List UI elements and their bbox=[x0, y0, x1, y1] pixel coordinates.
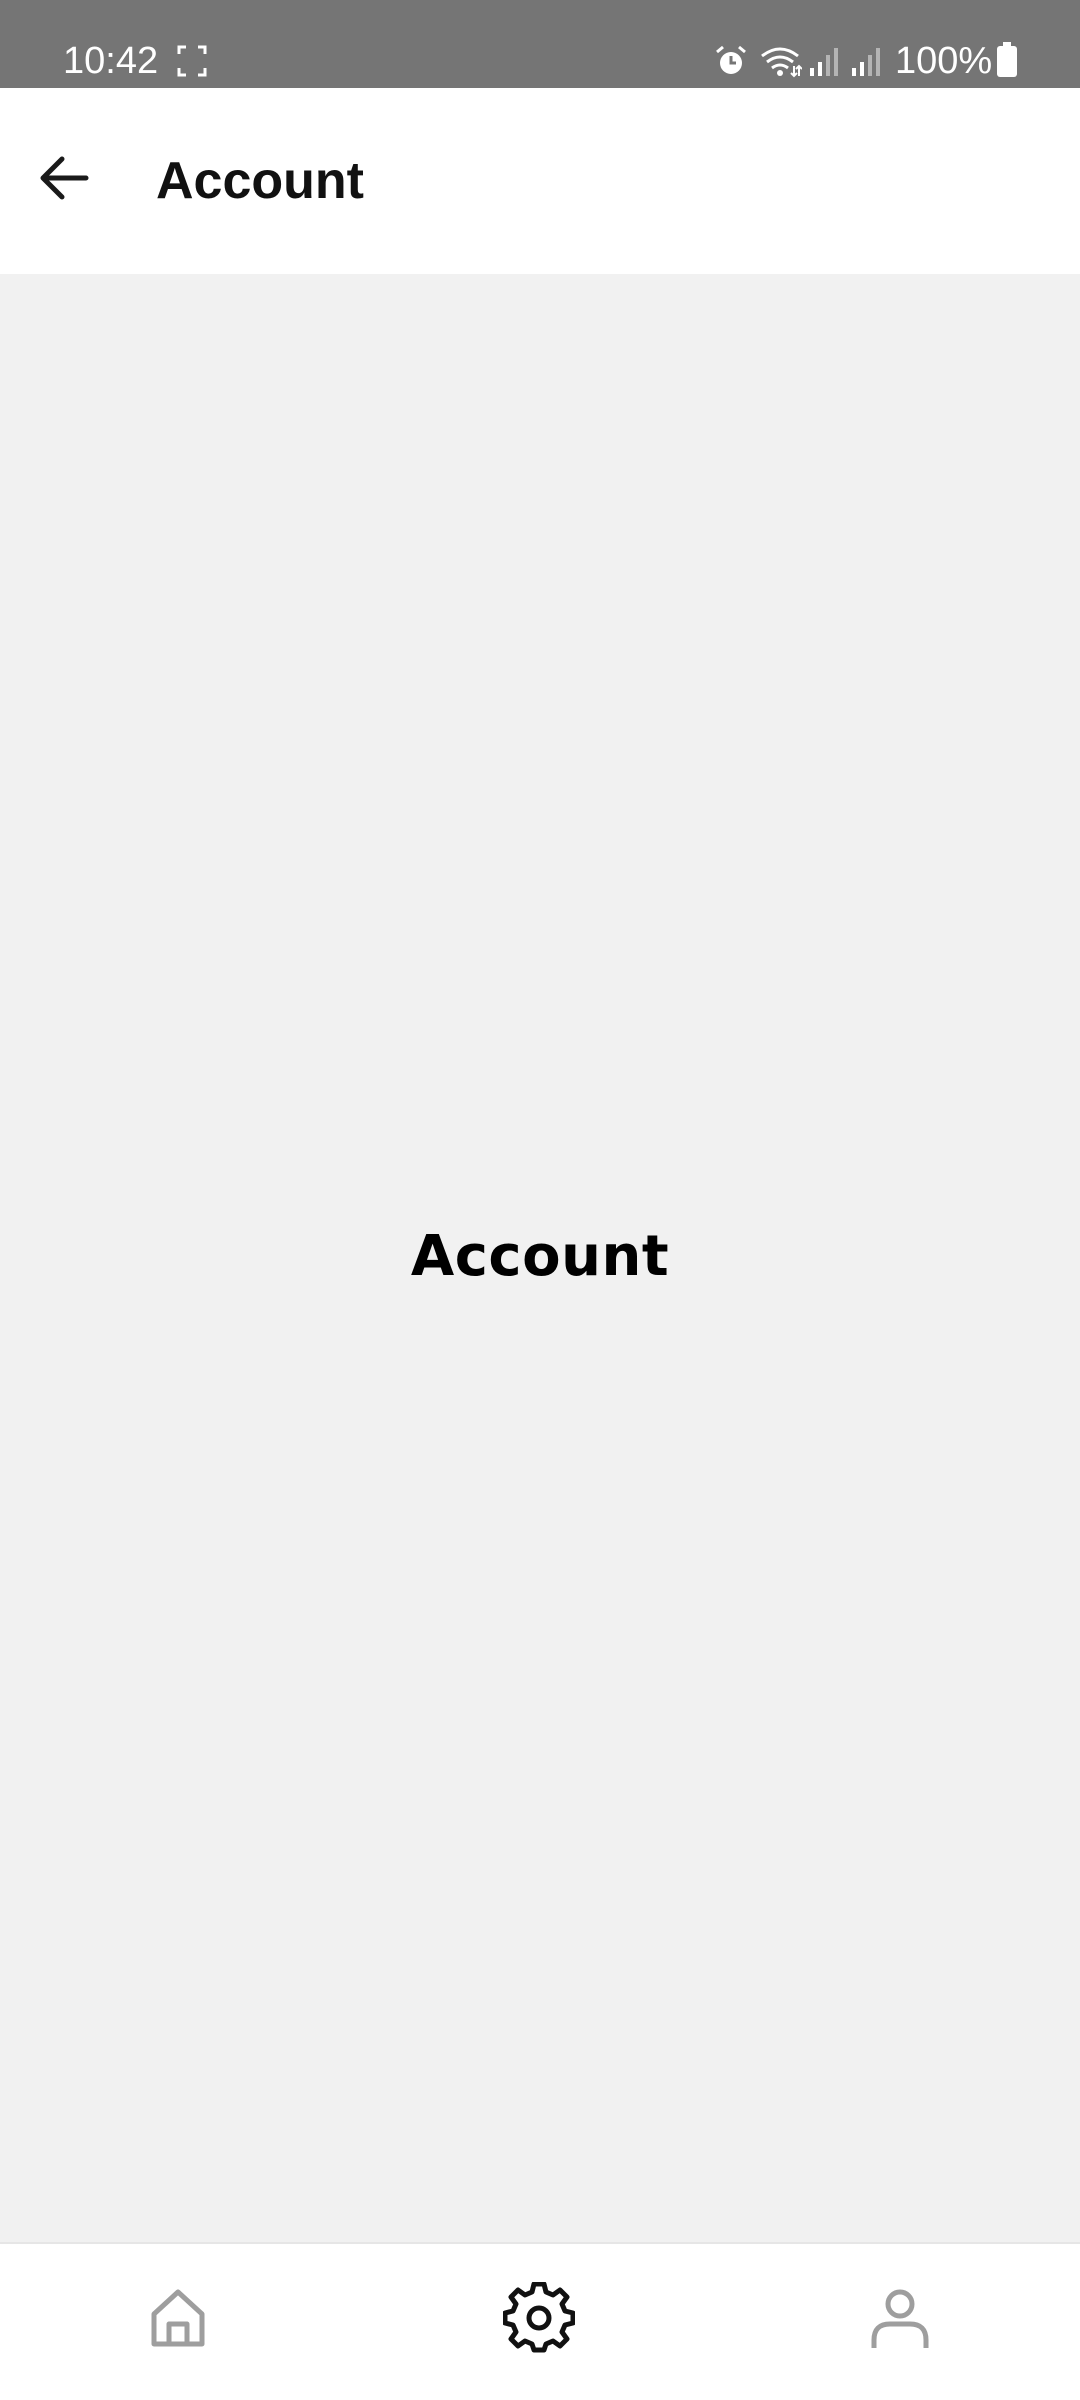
content-heading: Account bbox=[410, 1224, 670, 1289]
nav-settings-button[interactable] bbox=[479, 2258, 599, 2378]
arrow-left-icon bbox=[40, 156, 89, 200]
back-button[interactable] bbox=[18, 128, 110, 228]
nav-home-button[interactable] bbox=[118, 2258, 238, 2378]
signal-icon bbox=[810, 48, 838, 76]
person-icon bbox=[871, 2289, 929, 2348]
home-icon bbox=[151, 2289, 205, 2347]
nav-profile-button[interactable] bbox=[840, 2258, 960, 2378]
bottom-navigation bbox=[0, 2242, 1080, 2400]
battery-percentage: 100% bbox=[895, 40, 993, 82]
status-time: 10:42 bbox=[63, 40, 159, 82]
battery-icon bbox=[997, 42, 1017, 77]
page-title: Account bbox=[156, 152, 364, 210]
app-bar: Account bbox=[0, 88, 1080, 274]
content-area: Account bbox=[0, 274, 1080, 2242]
gear-icon bbox=[503, 2282, 575, 2353]
signal-icon bbox=[852, 48, 880, 76]
wifi-icon bbox=[761, 47, 802, 78]
screenshot-icon bbox=[177, 45, 207, 77]
alarm-icon bbox=[716, 45, 746, 74]
status-bar: 10:42 100% bbox=[0, 0, 1080, 88]
